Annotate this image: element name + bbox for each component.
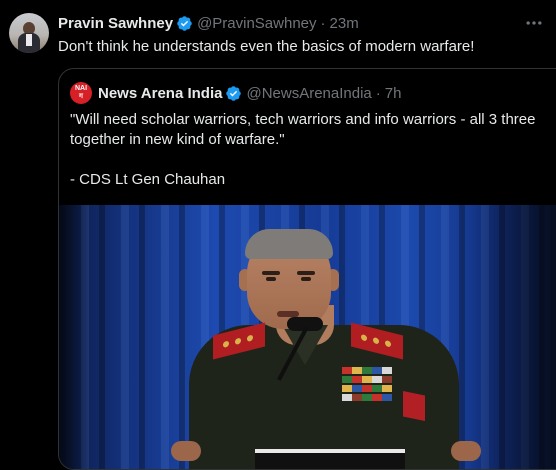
hair [245, 229, 333, 259]
shoulder-badge [403, 391, 425, 421]
quoted-tweet-time[interactable]: 7h [385, 85, 402, 102]
tweet-time[interactable]: 23m [330, 15, 359, 32]
avatar-shirt [26, 34, 32, 46]
quoted-tweet-photo[interactable] [59, 205, 556, 469]
eyebrow [297, 271, 315, 275]
medal-ribbons [342, 367, 392, 403]
hand-right [451, 441, 481, 461]
separator-dot: · [320, 14, 326, 32]
author-name[interactable]: Pravin Sawhney [58, 15, 173, 32]
author-avatar[interactable] [9, 13, 49, 53]
verified-badge-icon [177, 15, 192, 31]
speaker-figure [59, 205, 556, 469]
quoted-author-avatar[interactable]: NAI ग [70, 82, 92, 104]
quoted-text-line: "Will need scholar warriors, tech warrio… [70, 111, 536, 128]
podium [255, 449, 405, 469]
eye [301, 277, 311, 281]
tweet-header: Pravin Sawhney @PravinSawhney · 23m [58, 13, 359, 33]
quoted-author-handle[interactable]: @NewsArenaIndia [246, 85, 371, 102]
author-handle[interactable]: @PravinSawhney [197, 15, 316, 32]
quoted-author-name[interactable]: News Arena India [98, 85, 222, 102]
separator-dot: · [375, 84, 381, 102]
quoted-text-line: together in new kind of warfare." [70, 131, 285, 148]
hand-left [171, 441, 201, 461]
quoted-tweet-card[interactable]: NAI ग News Arena India @NewsArenaIndia ·… [58, 68, 556, 470]
quoted-attribution: - CDS Lt Gen Chauhan [70, 171, 226, 188]
eye [266, 277, 276, 281]
quoted-tweet-text: "Will need scholar warriors, tech warrio… [70, 110, 556, 190]
avatar-logo-text: NAI [74, 85, 88, 92]
verified-badge-icon [226, 85, 242, 101]
eyebrow [262, 271, 280, 275]
tweet-text: Don't think he understands even the basi… [58, 38, 475, 55]
avatar-logo-subtext: ग [79, 93, 83, 100]
quoted-tweet-header: NAI ग News Arena India @NewsArenaIndia ·… [70, 82, 401, 104]
more-options-icon[interactable] [524, 13, 544, 33]
